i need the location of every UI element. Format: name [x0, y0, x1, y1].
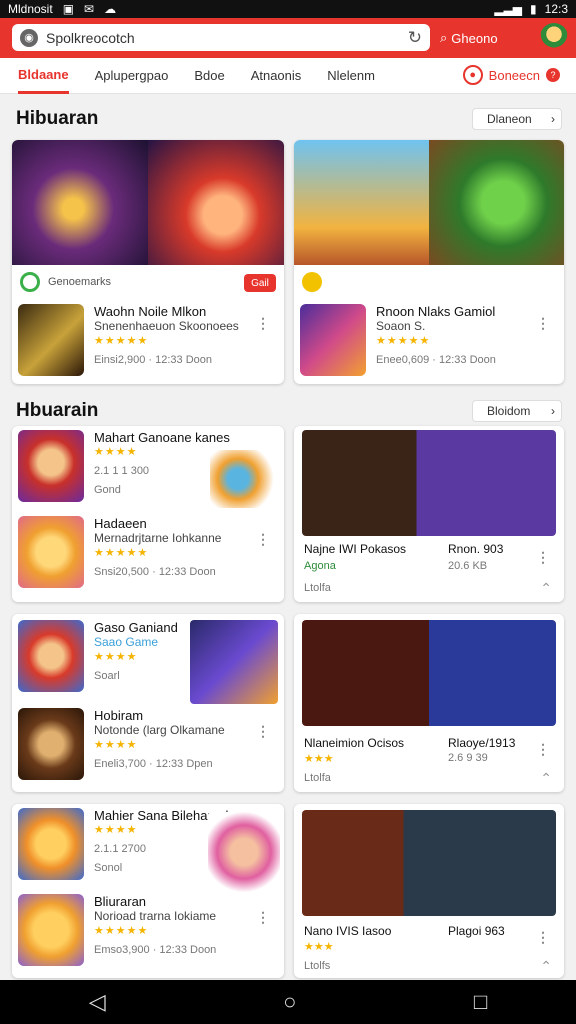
media-card-3[interactable]: Nano IVIS Iasoo Plagoi 963 ★★★ Ltolfs ⋮ …	[294, 804, 564, 978]
avatar[interactable]	[540, 23, 568, 51]
battery-icon: ▮	[530, 2, 537, 16]
system-nav-bar: ◁ ○ □	[0, 980, 576, 1024]
list-item[interactable]: Mahart Ganoane kanes ★★★★ 2.1 1 1 300 Go…	[18, 430, 230, 502]
promo-art	[208, 812, 280, 892]
section-1-more-button[interactable]: Dlaneon ›	[472, 108, 562, 130]
install-button[interactable]: Gail	[244, 274, 276, 292]
clock: 12:3	[544, 2, 568, 16]
more-options-icon[interactable]: ⋮	[536, 550, 550, 564]
tab-1[interactable]: Aplupergpao	[95, 58, 169, 94]
more-options-icon[interactable]: ⋮	[536, 316, 550, 330]
section-title-1: Hibuaran	[16, 108, 99, 129]
featured-card-a[interactable]: Genoemarks Gail Waohn Noile Mlkon Snenen…	[12, 140, 284, 384]
search-icon: ⌕	[440, 30, 448, 45]
section-2-more-button[interactable]: Bloidom ›	[472, 400, 562, 422]
game-icon	[300, 304, 366, 376]
list-item[interactable]: Mahier Sana Bilehamok ★★★★ 2.1.1 2700 So…	[18, 808, 232, 880]
game-icon	[18, 708, 84, 780]
promo-art	[190, 620, 278, 704]
refresh-icon[interactable]: ↻	[408, 28, 422, 48]
tab-4[interactable]: Nlelenm	[327, 58, 375, 94]
promo-art	[210, 450, 280, 508]
rating-stars: ★★★★★	[94, 335, 149, 347]
recents-icon[interactable]: □	[474, 989, 487, 1015]
list-item[interactable]: Bliuraran Norioad trarna Iokiame ★★★★★ E…	[18, 894, 216, 966]
game-icon	[18, 304, 84, 376]
more-options-icon[interactable]: ⋮	[256, 532, 270, 546]
tab-right-button[interactable]: ● Boneecn ?	[462, 65, 560, 85]
game-icon	[18, 620, 84, 692]
list-card-1: Mahart Ganoane kanes ★★★★ 2.1 1 1 300 Go…	[12, 426, 284, 602]
account-icon: ●	[462, 65, 483, 85]
notification-icon: ▣	[62, 2, 75, 16]
search-button[interactable]: ⌕ Gheono	[440, 27, 522, 49]
list-card-3: Mahier Sana Bilehamok ★★★★ 2.1.1 2700 So…	[12, 804, 284, 978]
list-item[interactable]: Hadaeen Mernadrjtarne Iohkanne ★★★★★ Sns…	[18, 516, 221, 588]
search-bar[interactable]: ◉ ↻	[12, 24, 430, 51]
list-item[interactable]: Rnoon Nlaks Gamiol Soaon S. ★★★★★ Enee0,…	[300, 304, 496, 376]
category-tabs: Bldaane Aplupergpao Bdoe Atnaonis Nlelen…	[0, 58, 576, 94]
chevron-up-icon[interactable]: ⌃	[540, 580, 552, 597]
back-icon[interactable]: ◁	[89, 989, 106, 1015]
home-icon[interactable]: ○	[283, 989, 296, 1015]
card-a-meta: Genoemarks	[20, 272, 111, 292]
tab-3[interactable]: Atnaonis	[251, 58, 302, 94]
featured-card-b[interactable]: Rnoon Nlaks Gamiol Soaon S. ★★★★★ Enee0,…	[294, 140, 564, 384]
rating-stars: ★★★★★	[376, 335, 431, 347]
game-screenshot[interactable]	[302, 620, 556, 726]
game-screenshot[interactable]	[302, 810, 556, 916]
chevron-right-icon: ›	[551, 404, 555, 418]
tab-0[interactable]: Bldaane	[18, 58, 69, 94]
more-options-icon[interactable]: ⋮	[256, 910, 270, 924]
media-card-2[interactable]: Nlaneimion Ocisos Rlaoye/1913 ★★★ 2.6 9 …	[294, 614, 564, 792]
signal-icon: ▂▃▅	[494, 2, 523, 16]
developer-icon	[302, 272, 322, 292]
game-icon	[18, 516, 84, 588]
carrier-label: Mldnosit	[8, 2, 53, 16]
developer-icon	[20, 272, 40, 292]
chevron-right-icon: ›	[551, 112, 555, 126]
message-icon: ✉	[84, 2, 95, 16]
more-options-icon[interactable]: ⋮	[536, 742, 550, 756]
more-options-icon[interactable]: ⋮	[256, 724, 270, 738]
cloud-icon: ☁	[104, 2, 117, 16]
list-item[interactable]: Hobiram Notonde (larg Olkamane ★★★★ Enel…	[18, 708, 225, 780]
chevron-up-icon[interactable]: ⌃	[540, 770, 552, 787]
list-item[interactable]: Gaso Ganiand Saao Game ★★★★ Soarl	[18, 620, 178, 692]
featured-banner-a[interactable]	[12, 140, 284, 265]
game-icon	[18, 430, 84, 502]
more-options-icon[interactable]: ⋮	[256, 316, 270, 330]
game-icon	[18, 808, 84, 880]
more-options-icon[interactable]: ⋮	[536, 930, 550, 944]
list-card-2: Gaso Ganiand Saao Game ★★★★ Soarl Hobira…	[12, 614, 284, 792]
card-b-meta	[302, 272, 322, 292]
tab-2[interactable]: Bdoe	[194, 58, 224, 94]
chevron-up-icon[interactable]: ⌃	[540, 958, 552, 975]
game-icon	[18, 894, 84, 966]
featured-banner-b[interactable]	[294, 140, 564, 265]
status-bar: Mldnosit ▣ ✉ ☁ ▂▃▅ ▮ 12:3	[0, 0, 576, 18]
app-logo-icon: ◉	[20, 28, 38, 47]
count-badge: ?	[546, 68, 560, 82]
game-screenshot[interactable]	[302, 430, 556, 536]
section-title-2: Hbuarain	[16, 400, 99, 421]
list-item[interactable]: Waohn Noile Mlkon Snenenhaeuon Skoonoees…	[18, 304, 239, 376]
media-card-1[interactable]: Najne IWI Pokasos Rnon. 903 Agona 20.6 K…	[294, 426, 564, 602]
search-input[interactable]	[46, 29, 400, 46]
